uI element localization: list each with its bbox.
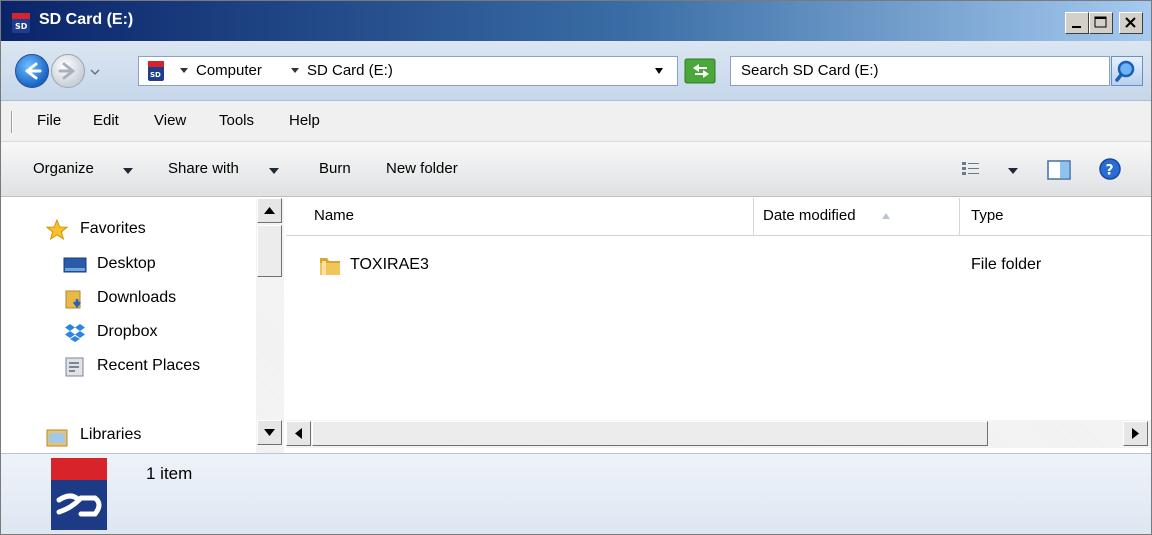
search-input[interactable]: Search SD Card (E:) xyxy=(730,56,1110,86)
nav-libraries-label: Libraries xyxy=(80,426,142,443)
address-history-dropdown[interactable] xyxy=(653,67,665,75)
forward-button[interactable] xyxy=(51,54,85,88)
explorer-window: SD SD Card (E:) SD Computer SD Card (E:)… xyxy=(0,0,1152,535)
menu-grip xyxy=(11,111,13,133)
window-title: SD Card (E:) xyxy=(39,11,134,28)
menu-edit[interactable]: Edit xyxy=(93,112,119,129)
chevron-down-icon xyxy=(269,168,279,174)
new-folder-button[interactable]: New folder xyxy=(386,160,458,177)
nav-item-label: Dropbox xyxy=(97,323,158,340)
forward-arrow-icon xyxy=(58,62,75,80)
scroll-thumb[interactable] xyxy=(312,421,988,446)
svg-text:SD: SD xyxy=(15,22,28,31)
arrow-left-icon xyxy=(295,428,302,439)
file-type: File folder xyxy=(971,256,1042,273)
maximize-icon xyxy=(1094,16,1107,28)
view-dropdown-icon[interactable] xyxy=(1008,168,1018,174)
navigation-pane: Favorites Desktop Downloads Dropbox Rece… xyxy=(1,198,286,453)
search-button[interactable] xyxy=(1111,56,1143,86)
breadcrumb-sd-card[interactable]: SD Card (E:) xyxy=(307,62,393,79)
nav-favorites-label: Favorites xyxy=(80,220,146,237)
column-name[interactable]: Name xyxy=(286,198,754,236)
menu-tools[interactable]: Tools xyxy=(219,112,254,129)
libraries-icon xyxy=(46,429,68,447)
file-list-pane: Name Date modified Type TOXIRAE3 File fo… xyxy=(286,198,1151,453)
organize-button[interactable]: Organize xyxy=(33,160,94,177)
close-button[interactable] xyxy=(1119,12,1143,34)
command-bar: Organize Share with Burn New folder ? xyxy=(1,142,1151,197)
folder-icon xyxy=(320,258,340,275)
arrow-down-icon xyxy=(264,429,275,436)
star-icon xyxy=(45,218,69,241)
svg-text:SD: SD xyxy=(150,71,161,79)
svg-text:?: ? xyxy=(1106,163,1114,179)
maximize-button[interactable] xyxy=(1089,12,1113,34)
scroll-thumb[interactable] xyxy=(257,225,282,277)
menu-bar: File Edit View Tools Help xyxy=(1,101,1151,142)
nav-dropbox[interactable]: Dropbox xyxy=(1,319,255,347)
refresh-button[interactable] xyxy=(681,56,721,86)
nav-libraries[interactable]: Libraries xyxy=(1,422,255,450)
nav-item-label: Recent Places xyxy=(97,357,201,374)
arrow-right-icon xyxy=(1132,428,1139,439)
address-row: SD Computer SD Card (E:) Search SD Card … xyxy=(1,41,1151,101)
scroll-down-button[interactable] xyxy=(257,420,282,445)
search-placeholder: Search SD Card (E:) xyxy=(741,62,879,79)
sd-card-icon xyxy=(51,458,107,530)
details-pane: 1 item xyxy=(1,453,1151,534)
scroll-up-button[interactable] xyxy=(257,198,282,223)
column-label: Date modified xyxy=(763,207,856,224)
column-date-modified[interactable]: Date modified xyxy=(754,198,960,236)
column-header: Name Date modified Type xyxy=(286,198,1151,236)
minimize-icon xyxy=(1072,26,1081,28)
scroll-left-button[interactable] xyxy=(286,421,311,446)
back-arrow-icon xyxy=(25,62,42,80)
desktop-icon xyxy=(63,257,87,273)
nav-favorites[interactable]: Favorites xyxy=(1,216,255,244)
back-button[interactable] xyxy=(15,54,49,88)
column-label: Type xyxy=(971,207,1004,224)
nav-desktop[interactable]: Desktop xyxy=(1,251,255,279)
table-row[interactable]: TOXIRAE3 File folder xyxy=(286,248,1151,284)
preview-pane-icon[interactable] xyxy=(1046,159,1072,181)
share-with-button[interactable]: Share with xyxy=(168,160,239,177)
nav-recent-places[interactable]: Recent Places xyxy=(1,353,255,381)
address-bar[interactable]: SD Computer SD Card (E:) xyxy=(138,56,678,86)
dropbox-icon xyxy=(65,324,85,342)
column-label: Name xyxy=(314,207,355,224)
item-count: 1 item xyxy=(146,464,193,483)
help-icon[interactable]: ? xyxy=(1098,157,1122,181)
column-type[interactable]: Type xyxy=(960,198,1151,236)
sort-ascending-icon xyxy=(882,213,890,219)
downloads-folder-icon xyxy=(65,290,81,309)
menu-file[interactable]: File xyxy=(37,112,61,129)
breadcrumb-computer[interactable]: Computer xyxy=(196,62,262,79)
nav-item-label: Desktop xyxy=(97,255,156,272)
view-options-icon[interactable] xyxy=(961,160,981,178)
recent-pages-dropdown[interactable] xyxy=(89,66,101,78)
file-name[interactable]: TOXIRAE3 xyxy=(350,256,429,274)
sd-card-icon: SD xyxy=(12,13,30,33)
burn-button[interactable]: Burn xyxy=(319,160,351,177)
menu-view[interactable]: View xyxy=(154,112,186,129)
scroll-right-button[interactable] xyxy=(1123,421,1148,446)
nav-pane-scrollbar[interactable] xyxy=(256,198,284,453)
chevron-down-icon xyxy=(123,168,133,174)
nav-downloads[interactable]: Downloads xyxy=(1,285,255,313)
minimize-button[interactable] xyxy=(1065,12,1089,34)
search-icon xyxy=(1115,60,1135,82)
close-icon xyxy=(1125,17,1136,28)
recent-places-icon xyxy=(65,357,84,377)
menu-help[interactable]: Help xyxy=(289,112,320,129)
nav-item-label: Downloads xyxy=(97,289,177,306)
arrow-up-icon xyxy=(264,207,275,214)
file-list-horizontal-scrollbar[interactable] xyxy=(286,420,1151,448)
title-bar[interactable]: SD SD Card (E:) xyxy=(1,1,1151,41)
chevron-down-icon[interactable] xyxy=(290,67,300,75)
sd-card-icon: SD xyxy=(148,61,164,81)
chevron-down-icon[interactable] xyxy=(179,67,189,75)
